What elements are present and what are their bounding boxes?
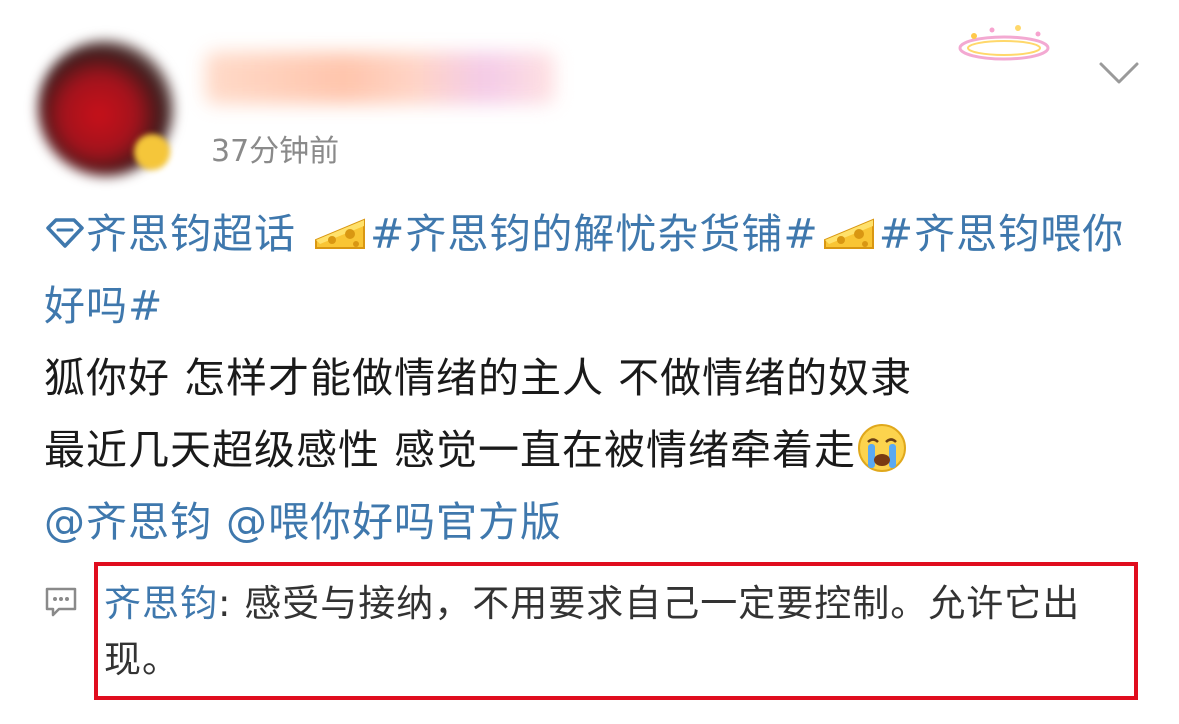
user-name-blurred[interactable] — [205, 52, 555, 104]
comment-author[interactable]: 齐思钧 — [104, 582, 218, 625]
crying-face-emoji — [858, 424, 907, 472]
hashtag-link[interactable]: #齐思钧的解忧杂货铺# — [370, 210, 819, 258]
comment-text: : 感受与接纳，不用要求自己一定要控制。允许它出现。 — [104, 582, 1081, 681]
post-text-line: 最近几天超级感性 感觉一直在被情绪牵着走 — [44, 414, 1144, 486]
cheese-emoji — [315, 218, 366, 249]
super-topic-link[interactable]: 齐思钧超话 — [44, 210, 296, 258]
comment-bubble-icon — [45, 587, 77, 617]
watermark — [945, 673, 1175, 713]
mentions-line: @齐思钧 @喂你好吗官方版 — [44, 486, 1144, 558]
post-body: 齐思钧超话 #齐思钧的解忧杂货铺# #齐思钧喂你好吗# 狐你好 怎样才能做情绪的… — [44, 198, 1144, 558]
mention-link[interactable]: @齐思钧 — [44, 498, 212, 546]
comment-preview[interactable]: 齐思钧: 感受与接纳，不用要求自己一定要控制。允许它出现。 — [104, 576, 1134, 688]
super-topic-diamond-icon — [46, 218, 84, 248]
avatar-frame-decoration — [958, 25, 1050, 61]
mention-link[interactable]: @喂你好吗官方版 — [226, 498, 562, 546]
post-tags-line: 齐思钧超话 #齐思钧的解忧杂货铺# #齐思钧喂你好吗# — [44, 198, 1144, 342]
chevron-down-icon[interactable] — [1098, 58, 1140, 88]
post-time: 37分钟前 — [211, 134, 340, 169]
post-text-line: 狐你好 怎样才能做情绪的主人 不做情绪的奴隶 — [44, 354, 913, 402]
cheese-emoji — [823, 218, 874, 249]
avatar-badge — [134, 134, 170, 170]
